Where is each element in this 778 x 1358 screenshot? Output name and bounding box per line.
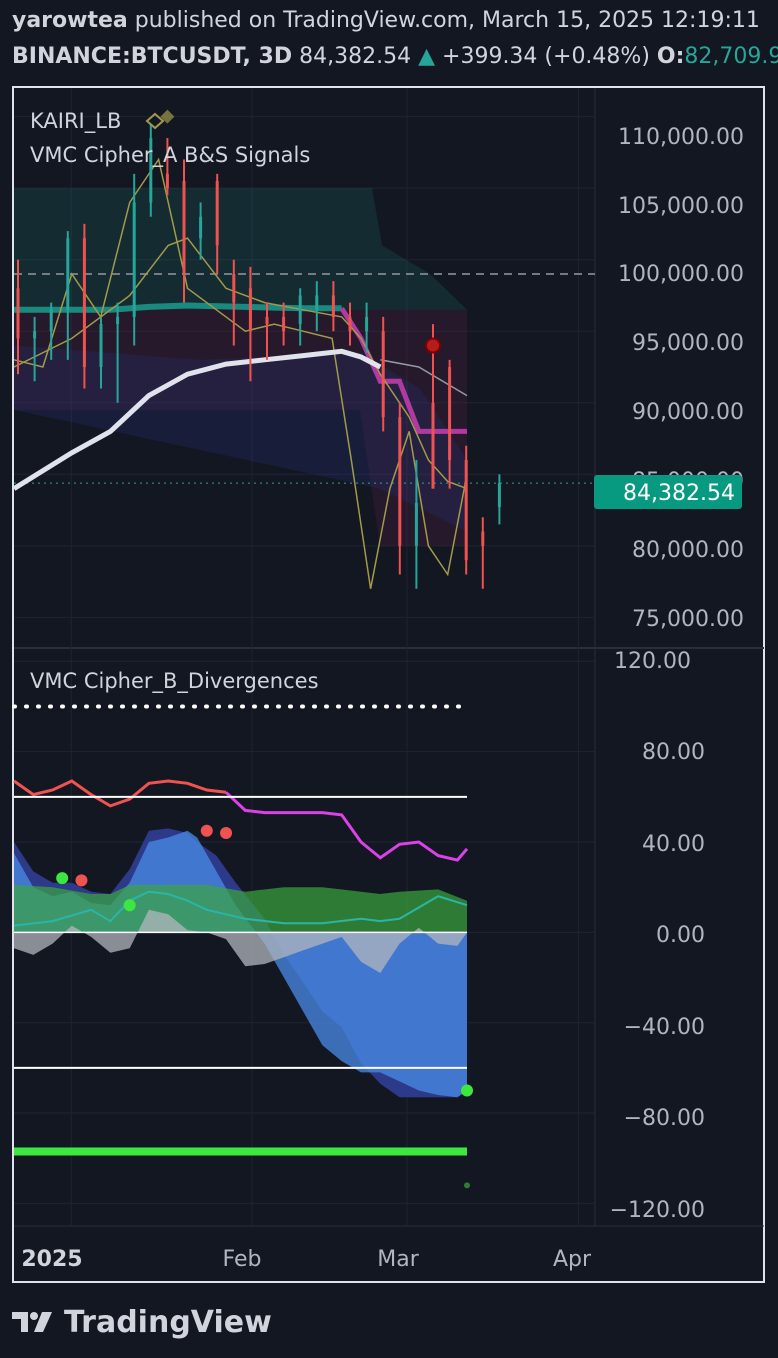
rsi-line-purple [224,791,469,862]
time-label-mar: Mar [377,1247,419,1272]
last-price-tag-label: 84,382.54 [623,481,735,506]
candle-body [398,417,402,546]
ribbon-upper-band [14,188,467,310]
candle-body [99,324,103,367]
wave-trend-area-light [14,830,467,1098]
candle-body [199,216,203,239]
osc-tick: −80.00 [624,1106,705,1131]
candle-body [132,202,136,317]
time-label-feb: Feb [223,1247,262,1272]
osc-tick: 80.00 [642,740,705,765]
legend-vmc-cipher-a[interactable]: VMC Cipher_A B&S Signals [30,143,310,168]
osc-tick: 40.00 [642,832,705,857]
legend-kairi[interactable]: KAIRI_LB [30,109,121,134]
candle-body [16,288,20,339]
cross-signal-dot-icon [200,824,213,837]
candle-body [165,173,169,189]
candle-body [431,402,435,489]
logo-text: TradingView [64,1304,272,1340]
candle-body [448,367,452,460]
candle-body [215,181,219,246]
candle-body [414,502,418,546]
candle-body [82,238,86,367]
cross-signal-dot-icon [461,1084,473,1097]
cross-signal-dot-icon [56,872,69,885]
candle-body [348,316,352,332]
osc-tick: 120.00 [614,649,691,674]
candle-body [381,331,385,418]
candle-body [265,316,269,325]
osc-tick: −40.00 [624,1015,705,1040]
candle-body [66,238,70,310]
signal-red-dot-icon [425,337,441,354]
price-tick: 100,000.00 [618,262,744,287]
price-tick: 80,000.00 [632,538,744,563]
candle-body [282,316,286,332]
time-label-2025: 2025 [21,1247,82,1272]
time-label-apr: Apr [553,1247,592,1272]
tradingview-logo[interactable]: TradingView [12,1302,272,1342]
candle-body [182,181,186,274]
candle-body [365,316,369,332]
price-tick: 110,000.00 [618,125,744,150]
candle-body [232,274,236,303]
tradingview-logo-icon [12,1312,52,1332]
candle-body [33,331,37,339]
candle-body [248,288,252,332]
cross-signal-dot-icon [220,826,233,839]
candle-body [481,531,485,546]
candle-body [315,295,319,310]
candle-body [116,316,120,325]
osc-tick: −120.00 [610,1198,705,1223]
legend-vmc-cipher-b[interactable]: VMC Cipher_B_Divergences [30,669,319,694]
candle-body [497,483,501,508]
price-tick: 75,000.00 [632,607,744,632]
candle-body [331,295,335,317]
chart-canvas[interactable]: KAIRI_LB VMC Cipher_A B&S Signals VMC Ci… [0,0,778,1358]
candle-body [49,309,53,332]
small-signal-dot-icon [464,1182,470,1189]
candle-body [298,295,302,325]
price-tick: 105,000.00 [618,194,744,219]
cross-signal-dot-icon [123,899,136,912]
price-tick: 95,000.00 [632,331,744,356]
cross-signal-dot-icon [75,874,88,887]
price-tick: 90,000.00 [632,400,744,425]
legend-diamond-icon [145,112,165,130]
candle-body [464,460,468,561]
rsi-line-red [13,779,227,808]
osc-tick: 0.00 [656,923,705,948]
